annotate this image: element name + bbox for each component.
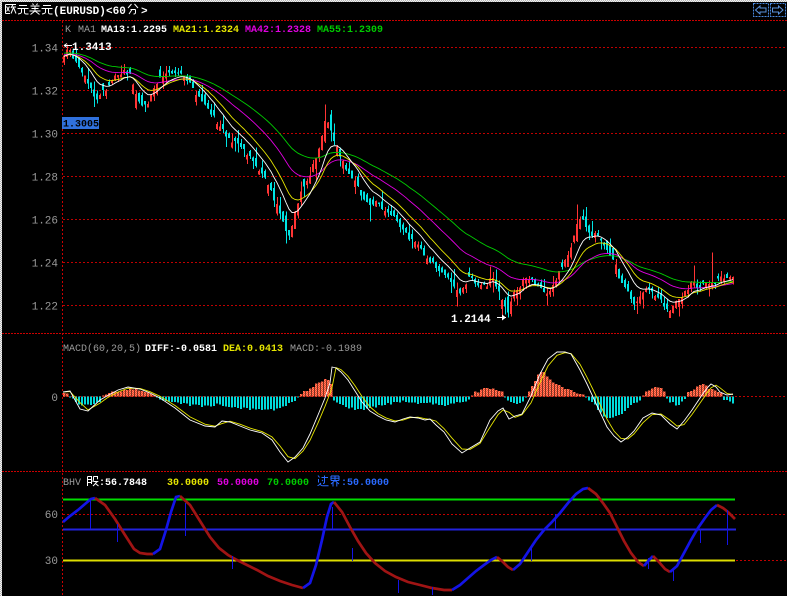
svg-text:1.32: 1.32 <box>32 87 58 99</box>
svg-text:30: 30 <box>45 556 58 568</box>
svg-text:60: 60 <box>45 510 58 522</box>
svg-text:K: K <box>65 25 71 36</box>
svg-text::56.7848: :56.7848 <box>99 478 147 489</box>
svg-text:MACD(60,20,5): MACD(60,20,5) <box>63 343 141 355</box>
svg-text:MACD:-0.1989: MACD:-0.1989 <box>290 344 362 355</box>
svg-text:0: 0 <box>51 393 58 405</box>
svg-text:1.28: 1.28 <box>32 173 58 185</box>
svg-text:50.0000: 50.0000 <box>217 478 259 489</box>
svg-text:MA13:1.2295: MA13:1.2295 <box>101 25 167 36</box>
svg-text:1.30: 1.30 <box>32 130 58 142</box>
svg-text:MA42:1.2328: MA42:1.2328 <box>245 25 311 36</box>
svg-text:1.24: 1.24 <box>32 259 59 271</box>
svg-text:DEA:0.0413: DEA:0.0413 <box>223 344 283 355</box>
svg-text:BHV: BHV <box>63 478 81 489</box>
svg-text:1.3413: 1.3413 <box>72 42 112 54</box>
svg-text:(EURUSD): (EURUSD) <box>53 6 106 18</box>
svg-text:1.34: 1.34 <box>32 44 59 56</box>
svg-text:70.0000: 70.0000 <box>267 478 309 489</box>
svg-text:1.3005: 1.3005 <box>63 120 99 131</box>
svg-text::50.0000: :50.0000 <box>341 478 389 489</box>
svg-text:MA55:1.2309: MA55:1.2309 <box>317 25 383 36</box>
svg-text:1.26: 1.26 <box>32 216 58 228</box>
svg-text:1.22: 1.22 <box>32 302 58 314</box>
svg-text:DIFF:-0.0581: DIFF:-0.0581 <box>145 344 217 355</box>
svg-text:1.2144: 1.2144 <box>451 314 491 326</box>
svg-text:MA1: MA1 <box>78 25 96 36</box>
svg-text:30.0000: 30.0000 <box>167 478 209 489</box>
svg-text:<60: <60 <box>106 6 126 18</box>
svg-text:>: > <box>141 6 148 18</box>
svg-text:MA21:1.2324: MA21:1.2324 <box>173 25 239 36</box>
